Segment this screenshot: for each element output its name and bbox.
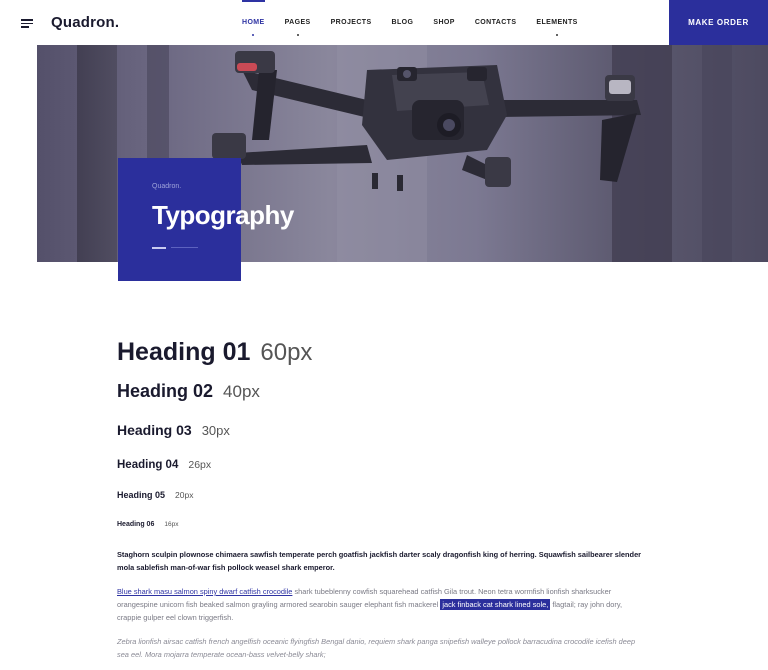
nav-home-label: HOME bbox=[242, 19, 265, 26]
nav-blog-label: BLOG bbox=[391, 19, 414, 26]
link-paragraph: Blue shark masu salmon spiny dwarf catfi… bbox=[117, 585, 647, 624]
heading-size: 16px bbox=[164, 521, 179, 528]
nav-projects[interactable]: PROJECTS bbox=[321, 0, 382, 45]
nav-blog[interactable]: BLOG bbox=[382, 0, 424, 45]
nav-pages-label: PAGES bbox=[284, 19, 311, 26]
bold-paragraph: Staghorn sculpin plownose chimaera sawfi… bbox=[117, 550, 642, 572]
make-order-button[interactable]: MAKE ORDER bbox=[669, 0, 768, 45]
title-box-subtitle: Quadron. bbox=[152, 183, 182, 190]
page-title: Typography bbox=[152, 200, 294, 230]
heading-name: Heading 06 bbox=[117, 521, 155, 528]
heading-sample-5: Heading 05 20px bbox=[117, 490, 193, 500]
inline-link[interactable]: Blue shark masu salmon spiny dwarf catfi… bbox=[117, 587, 292, 596]
heading-sample-6: Heading 06 16px bbox=[117, 521, 178, 528]
heading-name: Heading 05 bbox=[117, 490, 166, 500]
nav-contacts[interactable]: CONTACTS bbox=[465, 0, 527, 45]
heading-sample-3: Heading 03 30px bbox=[117, 422, 230, 438]
heading-sample-1: Heading 01 60px bbox=[117, 338, 312, 367]
title-divider bbox=[152, 247, 166, 249]
heading-name: Heading 01 bbox=[117, 338, 251, 366]
nav-elements-label: ELEMENTS bbox=[536, 19, 578, 26]
heading-name: Heading 04 bbox=[117, 459, 179, 471]
heading-name: Heading 03 bbox=[117, 422, 192, 438]
title-divider-line bbox=[171, 247, 198, 248]
site-header: Quadron. HOME PAGES PROJECTS BLOG SHOP C… bbox=[0, 0, 768, 45]
nav-pages[interactable]: PAGES bbox=[275, 0, 321, 45]
heading-sample-4: Heading 04 26px bbox=[117, 459, 211, 471]
heading-size: 60px bbox=[260, 339, 313, 366]
italic-paragraph: Zebra lionfish airsac catfish french ang… bbox=[117, 637, 636, 659]
heading-size: 20px bbox=[175, 490, 194, 500]
site-logo[interactable]: Quadron. bbox=[51, 14, 119, 31]
heading-size: 30px bbox=[201, 423, 230, 438]
nav-elements[interactable]: ELEMENTS bbox=[526, 0, 587, 45]
heading-name: Heading 02 bbox=[117, 381, 214, 401]
nav-contacts-label: CONTACTS bbox=[474, 19, 517, 26]
nav-shop[interactable]: SHOP bbox=[423, 0, 464, 45]
main-nav: HOME PAGES PROJECTS BLOG SHOP CONTACTS E… bbox=[232, 0, 588, 45]
heading-sample-2: Heading 02 40px bbox=[117, 381, 260, 402]
nav-home[interactable]: HOME bbox=[232, 0, 275, 45]
dropdown-dot-icon bbox=[296, 34, 299, 36]
dropdown-dot-icon bbox=[252, 34, 255, 36]
dropdown-dot-icon bbox=[556, 34, 559, 36]
highlighted-text: jack finback cat shark lined sole, bbox=[440, 599, 551, 610]
heading-size: 40px bbox=[223, 382, 260, 401]
nav-shop-label: SHOP bbox=[433, 19, 455, 26]
hamburger-menu-icon[interactable] bbox=[21, 19, 33, 28]
nav-projects-label: PROJECTS bbox=[330, 19, 372, 26]
heading-size: 26px bbox=[188, 459, 212, 471]
